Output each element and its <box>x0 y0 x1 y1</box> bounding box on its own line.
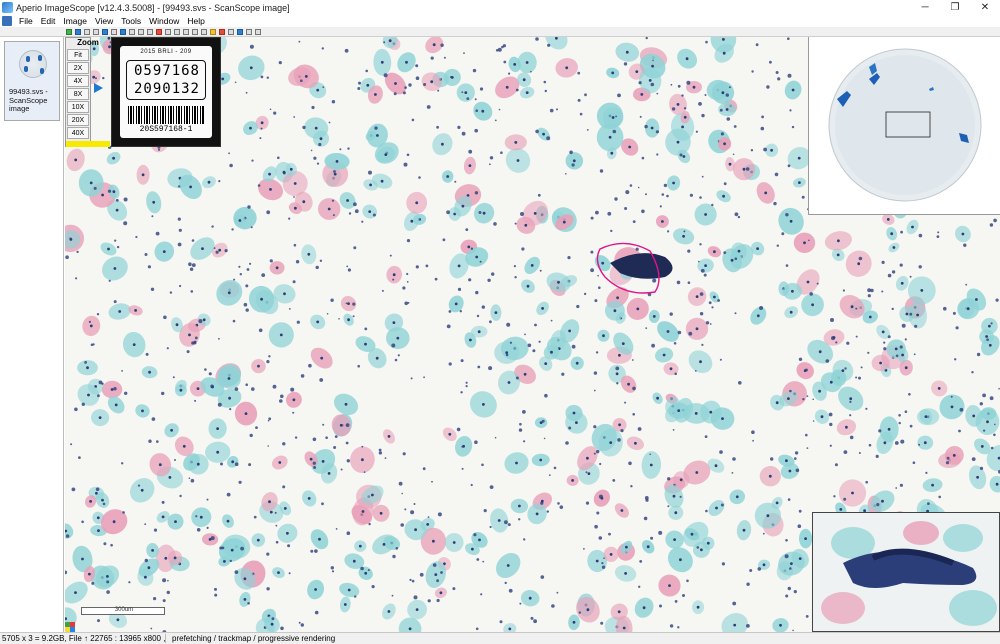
pan-icon[interactable] <box>102 28 108 35</box>
color-tool-icon[interactable] <box>219 28 225 35</box>
close-button[interactable]: ✕ <box>970 0 1000 15</box>
image-list-panel: 99493.svs - ScanScope image <box>0 37 64 632</box>
menu-tools[interactable]: Tools <box>117 15 145 27</box>
barcode-text: 20S597168-1 <box>139 125 193 134</box>
menu-help[interactable]: Help <box>183 15 208 27</box>
scale-bar: 300um <box>81 607 165 615</box>
label-line-2: 2090132 <box>133 81 200 97</box>
label-header: 2015 BRLI - 209 <box>140 49 192 55</box>
thumb-mark <box>40 68 44 74</box>
magnifier-panel[interactable] <box>812 512 1000 632</box>
pen-tool-icon[interactable] <box>156 28 162 35</box>
magnifier-image <box>813 513 999 631</box>
polygon-tool-icon[interactable] <box>201 28 207 35</box>
status-dimensions: 5705 x 3 = 9.2GB, File ↑ 22765 : 13965 x… <box>2 634 165 643</box>
refresh-icon[interactable] <box>75 28 81 35</box>
menu-edit[interactable]: Edit <box>37 15 60 27</box>
color-indicator-icon <box>65 622 75 632</box>
slide-label-panel: 2015 BRLI - 209 0597168 2090132 20S59716… <box>111 37 221 147</box>
thumb-mark <box>26 56 30 62</box>
zoom-fit-button[interactable]: Fit <box>67 49 89 61</box>
zoom-4x-button[interactable]: 4X <box>67 75 89 87</box>
overview-panel[interactable] <box>808 37 1000 215</box>
zoom-indicator <box>66 141 110 147</box>
ellipse-tool-icon[interactable] <box>192 28 198 35</box>
go-icon[interactable] <box>66 28 72 35</box>
window-title: Aperio ImageScope [v12.4.3.5008] - [9949… <box>16 2 290 13</box>
label-toggle-icon[interactable] <box>138 28 144 35</box>
menu-image[interactable]: Image <box>59 15 91 27</box>
menu-view[interactable]: View <box>91 15 117 27</box>
zoom-20x-button[interactable]: 20X <box>67 114 89 126</box>
overview-image[interactable] <box>809 37 1000 215</box>
toolbar <box>0 27 1000 37</box>
zoom-in-icon[interactable] <box>84 28 90 35</box>
layout-icon[interactable] <box>237 28 243 35</box>
restore-button[interactable]: ❐ <box>940 0 970 15</box>
annotation-icon[interactable] <box>210 28 216 35</box>
scale-bar-label: 300um <box>114 607 134 613</box>
menu-window[interactable]: Window <box>145 15 183 27</box>
status-message: prefetching / trackmap / progressive ren… <box>165 634 335 643</box>
app-icon <box>2 2 13 13</box>
label-id-box: 0597168 2090132 <box>126 60 206 100</box>
thumb-mark <box>24 66 28 72</box>
zoom-40x-button[interactable]: 40X <box>67 127 89 139</box>
status-bar: 5705 x 3 = 9.2GB, File ↑ 22765 : 13965 x… <box>0 632 1000 644</box>
zoom-out-icon[interactable] <box>93 28 99 35</box>
camera-icon[interactable] <box>228 28 234 35</box>
image-thumbnail-card[interactable]: 99493.svs - ScanScope image <box>4 41 60 121</box>
zoom-level-pointer-icon[interactable] <box>94 83 103 93</box>
slide-thumbnail <box>19 50 47 78</box>
title-bar: Aperio ImageScope [v12.4.3.5008] - [9949… <box>0 0 1000 15</box>
menu-bar: File Edit Image View Tools Window Help <box>0 15 1000 27</box>
zoom-2x-button[interactable]: 2X <box>67 62 89 74</box>
zoom-10x-button[interactable]: 10X <box>67 101 89 113</box>
arrow-tool-icon[interactable] <box>165 28 171 35</box>
menu-file[interactable]: File <box>15 15 37 27</box>
rotate-icon[interactable] <box>147 28 153 35</box>
settings-icon[interactable] <box>255 28 261 35</box>
select-icon[interactable] <box>111 28 117 35</box>
ruler-tool-icon[interactable] <box>174 28 180 35</box>
grid-icon[interactable] <box>246 28 252 35</box>
barcode <box>128 106 204 124</box>
rectangle-tool-icon[interactable] <box>183 28 189 35</box>
zoom-8x-button[interactable]: 8X <box>67 88 89 100</box>
magnifier-icon[interactable] <box>129 28 135 35</box>
slide-viewer[interactable]: Zoom Fit 2X 4X 8X 10X 20X 40X 2015 BRLI … <box>65 37 1000 632</box>
minimize-button[interactable]: ─ <box>910 0 940 15</box>
slide-label-sticker: 2015 BRLI - 209 0597168 2090132 20S59716… <box>120 46 212 138</box>
thumbnail-toggle-icon[interactable] <box>120 28 126 35</box>
thumb-mark <box>38 55 42 61</box>
document-icon[interactable] <box>2 16 12 26</box>
zoom-title: Zoom <box>77 38 99 47</box>
label-line-1: 0597168 <box>133 63 200 79</box>
thumbnail-label: 99493.svs - ScanScope image <box>9 87 48 113</box>
